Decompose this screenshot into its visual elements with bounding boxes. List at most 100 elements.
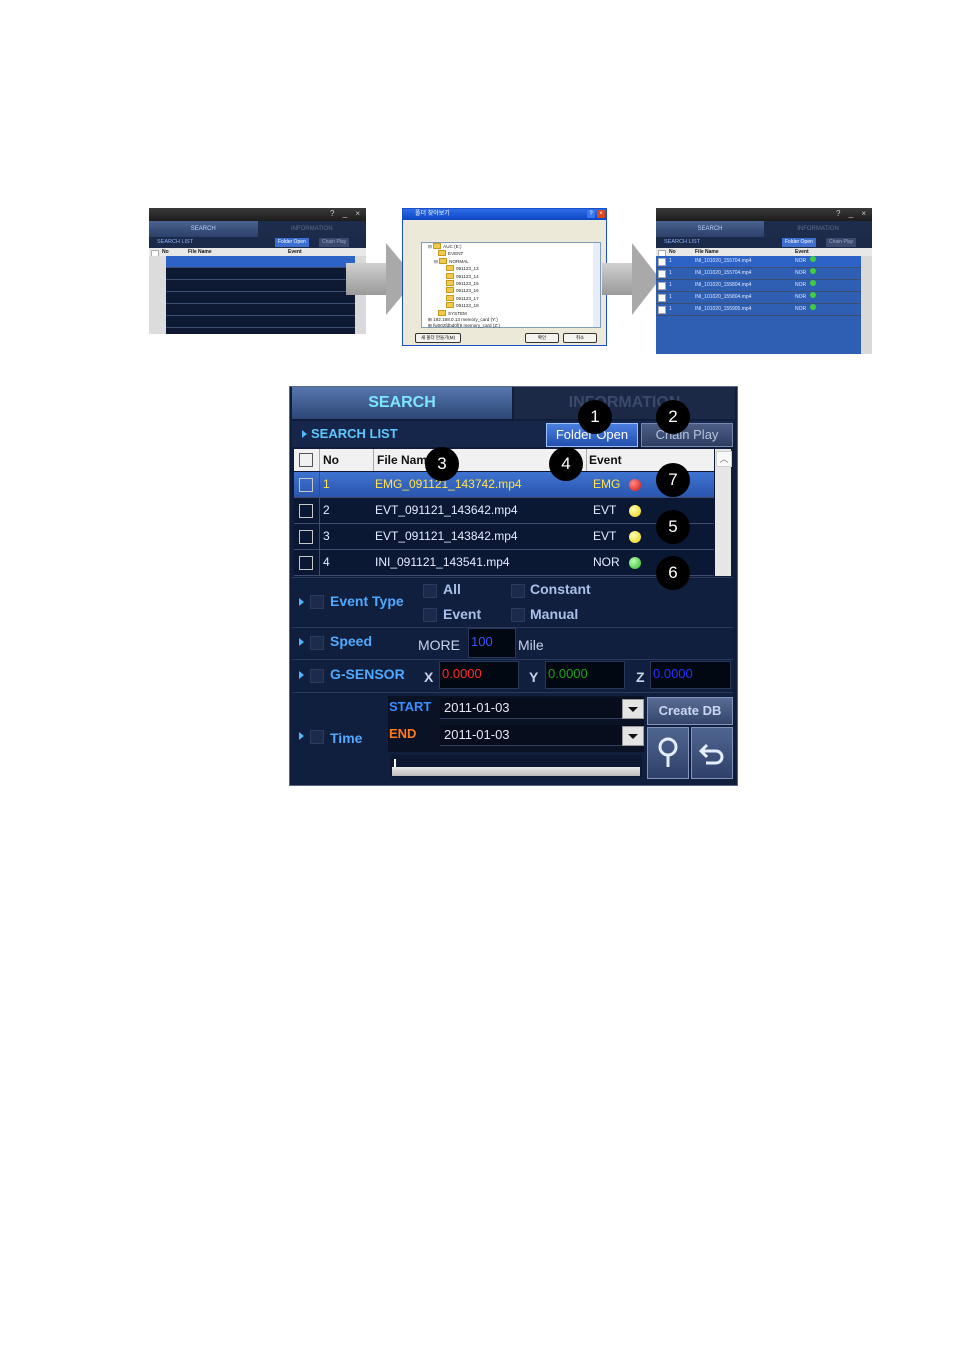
undo-icon [698,743,724,765]
slider-track[interactable] [392,767,640,776]
axis-x-label: X [424,669,434,685]
list-row[interactable] [166,256,355,268]
tree-item[interactable]: 091123_16 [424,287,600,294]
tree-item[interactable]: 091123_14 [424,272,600,280]
g-sensor-label: G-SENSOR [330,666,405,682]
tree-item[interactable]: ⊞ fw002fdbd0f(9 memory_card (Z:) [424,323,600,329]
speed-label: Speed [330,633,373,649]
title-bar: ? _ × [149,208,366,221]
table-row[interactable]: 4 INI_091121_143541.mp4 NOR [294,550,714,576]
scroll-up-icon[interactable]: ︿ [716,451,732,467]
help-icon[interactable]: ? [587,210,595,218]
table-row[interactable]: 1 EMG_091121_143742.mp4 EMG [294,472,714,498]
row-file-name: EVT_091121_143642.mp4 [375,503,518,517]
tab-information[interactable]: INFORMATION [764,221,872,237]
g-sensor-y-input[interactable]: 0.0000 [545,661,625,689]
normal-dot-icon [629,557,641,569]
row-event: NOR [593,555,620,569]
event-option-label: Event [443,606,482,622]
tab-search[interactable]: SEARCH [149,221,258,237]
tree-item[interactable]: 091123_18 [424,302,600,309]
expand-arrow-icon [299,671,304,679]
tree-item[interactable]: 091123_13 [424,265,600,272]
start-date-select[interactable]: 2011-01-03 [440,698,644,719]
tab-information[interactable]: INFORMATION [514,387,735,419]
row-checkbox[interactable] [299,530,313,544]
tree-item[interactable]: 091123_15 [424,280,600,287]
tab-information[interactable]: INFORMATION [258,221,367,237]
speed-checkbox[interactable] [310,636,324,650]
folder-tree[interactable]: ⊟ AUC (E:) EVENT ⊟ NORMAL 091123_13 0911… [421,242,601,328]
tree-item[interactable]: ⊟ NORMAL [424,257,600,265]
tab-search[interactable]: SEARCH [656,221,764,237]
end-date-select[interactable]: 2011-01-03 [440,725,644,746]
callout-1: 1 [578,400,612,434]
row-checkbox[interactable] [299,478,313,492]
row-number: 4 [323,555,330,569]
search-list-title: SEARCH LIST [157,239,194,245]
row-checkbox[interactable] [299,504,313,518]
new-folder-button[interactable]: 새 폴더 만들기(M) [415,333,461,343]
list-row[interactable]: 1 INI_101020_155905.mp4 NOR [656,304,861,316]
table-row[interactable]: 2 EVT_091121_143642.mp4 EVT [294,498,714,524]
folder-open-button[interactable]: Folder Open [275,238,309,247]
ok-button[interactable]: 확인 [525,333,559,343]
time-slider[interactable] [390,755,642,777]
g-sensor-checkbox[interactable] [310,669,324,683]
create-db-button[interactable]: Create DB [647,697,733,725]
list-row[interactable] [166,316,355,328]
status-dot-icon [810,280,817,286]
dialog-title: 폴더 찾아보기 [415,211,450,217]
list-row[interactable]: 1 INI_101020_155804.mp4 NOR [656,280,861,292]
thumbnail-populated-list: ? _ × SEARCH INFORMATION SEARCH LIST Fol… [656,208,872,354]
manual-checkbox[interactable] [511,608,525,622]
end-date-value: 2011-01-03 [444,727,510,742]
list-header: No File Name Event [294,449,714,471]
column-event[interactable]: Event [587,449,715,471]
search-button[interactable] [647,727,689,779]
constant-checkbox[interactable] [511,584,525,598]
emergency-dot-icon [629,479,641,491]
callout-5: 5 [656,510,690,544]
tab-search[interactable]: SEARCH [292,387,512,419]
expand-arrow-icon [299,598,304,606]
list-row[interactable]: 1 INI_101020_155704.mp4 NOR [656,256,861,268]
start-date-value: 2011-01-03 [444,700,510,715]
list-row[interactable] [166,292,355,304]
column-no[interactable]: No [320,449,374,471]
list-row[interactable] [166,280,355,292]
dropdown-arrow-icon[interactable] [622,699,644,719]
list-row[interactable]: 1 INI_101020_155704.mp4 NOR [656,268,861,280]
all-checkbox[interactable] [423,584,437,598]
expand-arrow-icon [299,638,304,646]
chain-play-button[interactable]: Chain Play [319,238,350,247]
speed-input[interactable]: 100 [468,628,516,658]
list-scrollbar[interactable]: ︿ [715,449,732,576]
dropdown-arrow-icon[interactable] [622,726,644,746]
list-row[interactable] [166,268,355,280]
window-controls: ? _ × [329,209,363,218]
tree-item[interactable]: SYSTEM [424,309,600,317]
reset-button[interactable] [691,727,733,779]
g-sensor-x-input[interactable]: 0.0000 [439,661,519,689]
folder-open-button[interactable]: Folder Open [782,238,816,247]
event-checkbox[interactable] [423,608,437,622]
select-all-checkbox[interactable] [299,453,313,467]
event-type-checkbox[interactable] [310,595,324,609]
callout-7: 7 [656,463,690,497]
tree-item[interactable]: 091123_17 [424,294,600,302]
search-list-title: SEARCH LIST [664,239,701,245]
row-event: EVT [593,529,617,543]
tree-item[interactable]: ⊟ AUC (E:) [424,243,600,250]
time-checkbox[interactable] [310,730,324,744]
row-checkbox[interactable] [299,556,313,570]
tree-item[interactable]: EVENT [424,250,600,257]
table-row[interactable]: 3 EVT_091121_143842.mp4 EVT [294,524,714,550]
status-dot-icon [810,256,817,262]
chain-play-button[interactable]: Chain Play [826,238,857,247]
list-row[interactable] [166,304,355,316]
list-row[interactable]: 1 INI_101020_155804.mp4 NOR [656,292,861,304]
cancel-button[interactable]: 취소 [563,333,597,343]
g-sensor-z-input[interactable]: 0.0000 [650,661,731,689]
close-icon[interactable]: × [597,210,605,218]
